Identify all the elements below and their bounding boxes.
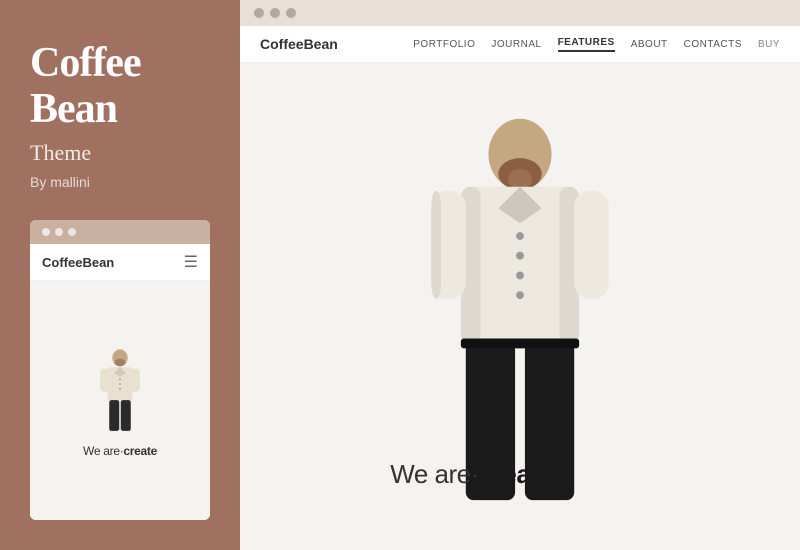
mobile-logo-bold: Bean — [82, 255, 114, 270]
left-panel: Coffee Bean Theme By mallini CoffeeBean … — [0, 0, 240, 550]
desktop-titlebar — [240, 0, 800, 26]
title-line1: Coffee — [30, 40, 141, 86]
theme-author: By mallini — [30, 174, 210, 190]
nav-item-about[interactable]: ABOUT — [631, 39, 668, 50]
desktop-logo-bold: Bean — [304, 36, 338, 52]
mobile-content: We are·create — [30, 281, 210, 520]
mobile-nav: CoffeeBean ☰ — [30, 244, 210, 281]
desktop-person-figure — [421, 100, 618, 514]
nav-item-contacts[interactable]: CONTACTS — [684, 39, 742, 50]
desktop-tagline: We are·create — [390, 459, 552, 490]
mobile-titlebar — [30, 220, 210, 244]
nav-item-features[interactable]: FEATURES — [558, 37, 615, 52]
mobile-tagline-bold: create — [123, 444, 157, 458]
desktop-dot-2 — [270, 8, 280, 18]
mobile-tagline-normal: We are· — [83, 444, 123, 458]
tagline-bold: create — [479, 459, 553, 489]
tagline-normal: We are· — [390, 459, 479, 489]
hamburger-icon[interactable]: ☰ — [184, 252, 198, 272]
mobile-dot-2 — [55, 228, 63, 236]
mobile-dot-1 — [42, 228, 50, 236]
mobile-dot-3 — [68, 228, 76, 236]
mobile-person-figure — [95, 344, 145, 444]
theme-title: Coffee Bean — [30, 40, 210, 132]
mobile-logo-light: Coffee — [42, 255, 82, 270]
desktop-dot-1 — [254, 8, 264, 18]
nav-item-buy[interactable]: BUY — [758, 39, 780, 50]
desktop-browser: CoffeeBean PORTFOLIO JOURNAL FEATURES AB… — [240, 26, 800, 550]
desktop-logo: CoffeeBean — [260, 36, 338, 52]
mobile-logo: CoffeeBean — [42, 255, 114, 270]
nav-item-portfolio[interactable]: PORTFOLIO — [413, 39, 475, 50]
title-line2: Bean — [30, 86, 117, 132]
nav-item-journal[interactable]: JOURNAL — [491, 39, 541, 50]
theme-subtitle: Theme — [30, 140, 210, 166]
desktop-dot-3 — [286, 8, 296, 18]
desktop-content: We are·create — [240, 63, 800, 550]
mobile-tagline: We are·create — [83, 444, 157, 458]
desktop-logo-light: Coffee — [260, 36, 304, 52]
right-panel: CoffeeBean PORTFOLIO JOURNAL FEATURES AB… — [240, 0, 800, 550]
desktop-nav: CoffeeBean PORTFOLIO JOURNAL FEATURES AB… — [240, 26, 800, 63]
desktop-nav-items: PORTFOLIO JOURNAL FEATURES ABOUT CONTACT… — [413, 37, 780, 52]
mobile-preview-card: CoffeeBean ☰ — [30, 220, 210, 520]
